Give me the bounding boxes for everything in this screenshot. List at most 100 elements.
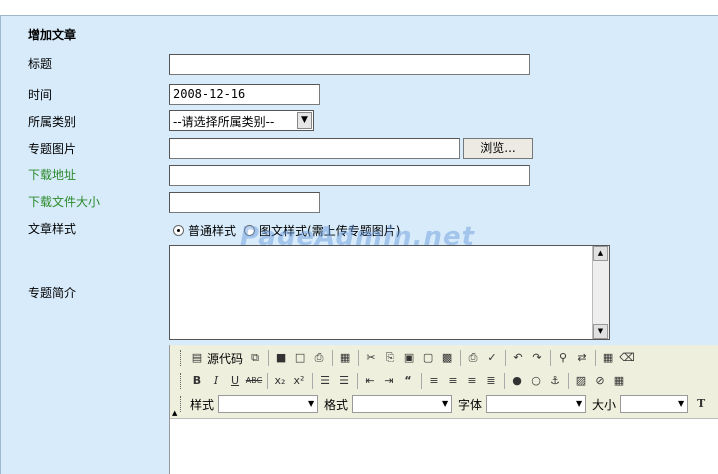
chevron-down-icon[interactable]: ▼	[440, 397, 450, 411]
toolbar-separator	[568, 373, 569, 389]
style-combo-label: 样式	[190, 397, 215, 412]
format-combo[interactable]: ▼	[352, 395, 453, 413]
editor-content-area[interactable]	[170, 419, 718, 474]
align-left-icon[interactable]: ≡	[425, 372, 443, 390]
anchor-icon[interactable]: ⚓	[546, 372, 564, 390]
scroll-down-icon[interactable]: ▼	[593, 324, 608, 339]
style-combo[interactable]: ▼	[218, 395, 319, 413]
align-right-icon[interactable]: ≡	[463, 372, 481, 390]
summary-scrollbar[interactable]: ▲ ▼	[592, 246, 609, 339]
templates-icon[interactable]: ▦	[336, 349, 354, 367]
italic-icon[interactable]: I	[207, 372, 225, 390]
toolbar-separator	[550, 350, 552, 366]
bold-icon[interactable]: B	[188, 372, 206, 390]
toolbar-separator	[268, 350, 270, 366]
toolbar-separator	[460, 350, 462, 366]
toolbar-separator	[504, 373, 505, 389]
print-icon[interactable]: ⎙	[464, 349, 482, 367]
label-download-url: 下载地址	[28, 168, 77, 182]
outdent-icon[interactable]: ⇤	[361, 372, 379, 390]
label-title: 标题	[28, 57, 53, 71]
select-all-icon[interactable]: ▦	[599, 349, 617, 367]
indent-icon[interactable]: ⇥	[380, 372, 398, 390]
summary-textarea[interactable]: ▲ ▼	[169, 245, 610, 340]
replace-icon[interactable]: ⇄	[573, 349, 591, 367]
toolbar-separator	[357, 373, 358, 389]
toolbar-grip	[180, 373, 184, 389]
download-url-input[interactable]	[169, 165, 530, 186]
blockquote-icon[interactable]: “	[399, 372, 417, 390]
label-category: 所属类别	[28, 115, 77, 129]
source-label: 源代码	[207, 351, 244, 366]
unlink-icon[interactable]: ○	[527, 372, 545, 390]
new-page-icon[interactable]: □	[291, 349, 309, 367]
dropdown-arrow-icon[interactable]: ▼	[297, 112, 312, 129]
save-icon[interactable]: ■	[272, 349, 290, 367]
toolbar-separator	[267, 373, 268, 389]
page-title: 增加文章	[28, 28, 77, 42]
paste-icon[interactable]: ▣	[400, 349, 418, 367]
format-combo-label: 格式	[324, 397, 349, 412]
browse-button[interactable]: 浏览...	[463, 138, 533, 159]
toolbar-row-2: B I U ABC x₂ x² ☰ ☰ ⇤ ⇥ “ ≡ ≡ ≡ ≣ ● ○ ⚓ …	[180, 370, 629, 392]
underline-icon[interactable]: U	[226, 372, 244, 390]
chevron-down-icon[interactable]: ▼	[574, 397, 584, 411]
undo-icon[interactable]: ↶	[509, 349, 527, 367]
toolbar-separator	[358, 350, 360, 366]
table-icon[interactable]: ▦	[610, 372, 628, 390]
time-input[interactable]: 2008-12-16	[169, 84, 320, 105]
font-combo-label: 字体	[458, 397, 483, 412]
style-radio-normal[interactable]	[173, 225, 184, 236]
toolbar-separator	[421, 373, 422, 389]
label-summary: 专题简介	[28, 286, 77, 300]
preview-icon[interactable]: ⎙	[310, 349, 328, 367]
title-input[interactable]	[169, 54, 530, 75]
align-center-icon[interactable]: ≡	[444, 372, 462, 390]
category-select-value: --请选择所属类别--	[173, 115, 275, 129]
toolbar-row-3: 样式 ▼ 格式 ▼ 字体 ▼ 大小 ▼ T	[180, 393, 711, 415]
toolbar-separator	[595, 350, 597, 366]
spellcheck-icon[interactable]: ✓	[483, 349, 501, 367]
paste-word-icon[interactable]: ▩	[438, 349, 456, 367]
link-icon[interactable]: ●	[508, 372, 526, 390]
find-icon[interactable]: ⚲	[554, 349, 572, 367]
editor-toolbar: ▲ ▤ 源代码 ⧉ ■ □ ⎙ ▦ ✂ ⎘ ▣ ▢ ▩ ⎙ ✓ ↶ ↷ ⚲ ⇄ …	[170, 345, 718, 419]
image-file-input[interactable]	[169, 138, 460, 159]
download-size-input[interactable]	[169, 192, 320, 213]
label-style: 文章样式	[28, 222, 77, 236]
redo-icon[interactable]: ↷	[528, 349, 546, 367]
source-icon: ▤	[191, 351, 203, 364]
bulleted-list-icon[interactable]: ☰	[335, 372, 353, 390]
rich-text-editor: ▲ ▤ 源代码 ⧉ ■ □ ⎙ ▦ ✂ ⎘ ▣ ▢ ▩ ⎙ ✓ ↶ ↷ ⚲ ⇄ …	[169, 345, 718, 474]
remove-format-icon[interactable]: ⌫	[618, 349, 636, 367]
toolbar-grip	[180, 350, 184, 366]
strikethrough-icon[interactable]: ABC	[245, 372, 263, 390]
size-combo-label: 大小	[592, 397, 617, 412]
subscript-icon[interactable]: x₂	[271, 372, 289, 390]
label-image: 专题图片	[28, 142, 77, 156]
size-combo[interactable]: ▼	[620, 395, 689, 413]
toolbar-separator	[332, 350, 334, 366]
flash-icon[interactable]: ⊘	[591, 372, 609, 390]
toolbar-separator	[312, 373, 313, 389]
toolbar-separator	[505, 350, 507, 366]
label-time: 时间	[28, 88, 53, 102]
save-template-icon[interactable]: ⧉	[246, 349, 264, 367]
text-color-icon[interactable]: T	[692, 395, 710, 413]
paste-text-icon[interactable]: ▢	[419, 349, 437, 367]
copy-icon[interactable]: ⎘	[381, 349, 399, 367]
collapse-toolbar-icon[interactable]: ▲	[172, 409, 177, 417]
image-icon[interactable]: ▨	[572, 372, 590, 390]
cut-icon[interactable]: ✂	[362, 349, 380, 367]
source-button[interactable]: ▤ 源代码	[188, 349, 243, 367]
align-justify-icon[interactable]: ≣	[482, 372, 500, 390]
toolbar-grip	[180, 396, 184, 412]
toolbar-row-1: ▤ 源代码 ⧉ ■ □ ⎙ ▦ ✂ ⎘ ▣ ▢ ▩ ⎙ ✓ ↶ ↷ ⚲ ⇄ ▦ …	[180, 347, 637, 369]
scroll-up-icon[interactable]: ▲	[593, 246, 608, 261]
font-combo[interactable]: ▼	[486, 395, 587, 413]
category-select[interactable]: --请选择所属类别-- ▼	[169, 110, 314, 131]
numbered-list-icon[interactable]: ☰	[316, 372, 334, 390]
superscript-icon[interactable]: x²	[290, 372, 308, 390]
chevron-down-icon[interactable]: ▼	[306, 397, 316, 411]
chevron-down-icon[interactable]: ▼	[676, 397, 686, 411]
